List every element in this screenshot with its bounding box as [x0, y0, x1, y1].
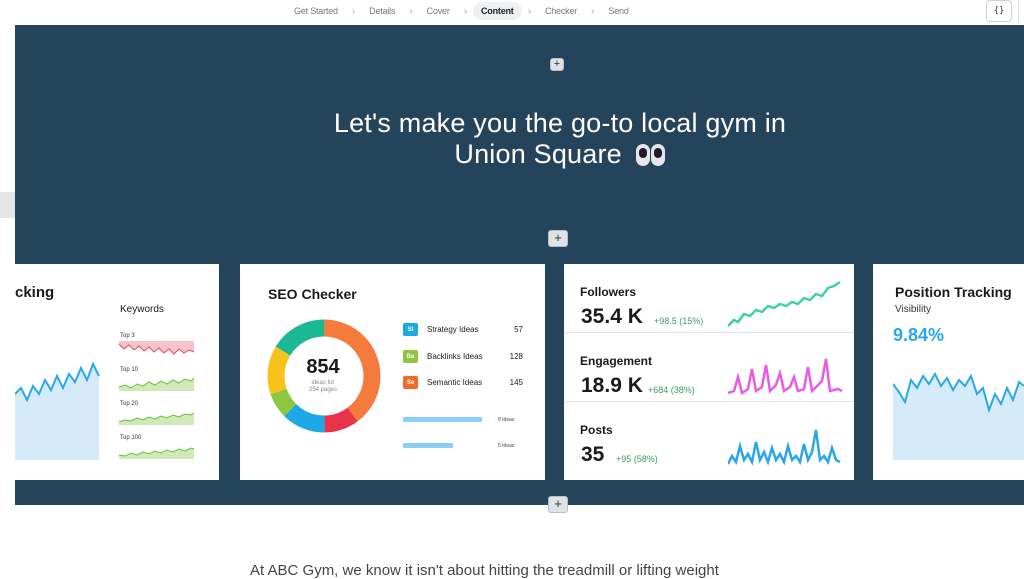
add-block-button-top[interactable]: +	[550, 58, 564, 71]
engagement-row: Engagement 18.9 K +684 (38%)	[564, 333, 854, 402]
top100-sparkline	[119, 447, 195, 459]
posts-title: Posts	[580, 423, 613, 437]
chevron-right-icon: ›	[463, 5, 467, 17]
mini-label-top3: Top 3	[120, 333, 135, 339]
top3-sparkline	[119, 341, 195, 355]
social-stats-card: Followers 35.4 K +98.5 (15%) Engagement …	[564, 264, 854, 480]
step-cover[interactable]: Cover	[419, 2, 458, 20]
legend-semantic: Se Semantic Ideas 145	[403, 376, 523, 389]
hero-location: Union Square	[454, 139, 622, 169]
add-block-button-middle[interactable]: +	[548, 230, 568, 247]
chevron-right-icon: ›	[409, 5, 413, 17]
followers-title: Followers	[580, 285, 637, 299]
tracking-line-chart	[15, 361, 100, 460]
hero-line-1: Let's make you the go-to local gym in	[333, 108, 787, 138]
strategy-badge: St	[403, 323, 418, 336]
seo-total-ideas: 854	[306, 356, 340, 378]
eyes-icon	[635, 143, 666, 168]
mini-label-top20: Top 20	[120, 401, 139, 407]
strategy-value: 57	[514, 325, 523, 334]
strategy-label: Strategy Ideas	[427, 325, 479, 334]
followers-sparkline	[728, 280, 841, 327]
engagement-delta: +684 (38%)	[648, 385, 695, 395]
top10-sparkline	[119, 377, 195, 391]
ideas-bar-2	[403, 443, 453, 448]
posts-sparkline	[728, 429, 841, 466]
semantic-label: Semantic Ideas	[427, 378, 483, 387]
ideas-bar-2-label: 5 Ideas	[498, 443, 515, 449]
visibility-line-chart	[893, 371, 1024, 460]
followers-row: Followers 35.4 K +98.5 (15%)	[564, 264, 854, 333]
engagement-title: Engagement	[580, 354, 653, 368]
tracking-card: cking Keywords Top 3 Top 10 Top 20 Top 1…	[15, 264, 219, 480]
posts-delta: +95 (58%)	[616, 454, 658, 464]
followers-value: 35.4 K	[581, 305, 643, 328]
hero-headline: Let's make you the go-to local gym in Un…	[240, 108, 880, 170]
seo-checker-card: SEO Checker 854 ideas for 254 pages St S…	[240, 264, 545, 480]
legend-strategy: St Strategy Ideas 57	[403, 323, 523, 336]
backlinks-value: 128	[509, 352, 523, 361]
ideas-bar-1-label: 8 Ideas	[498, 417, 515, 423]
top20-sparkline	[119, 412, 195, 425]
mini-label-top100: Top 100	[120, 435, 142, 441]
legend-backlinks: Ba Backlinks Ideas 128	[403, 350, 523, 363]
step-send[interactable]: Send	[600, 2, 636, 20]
engagement-value: 18.9 K	[581, 374, 643, 397]
logo-placeholder: · · · · ·	[185, 44, 278, 60]
ideas-bar-1	[403, 417, 482, 422]
add-block-button-bottom[interactable]: +	[548, 496, 568, 513]
visibility-value: 9.84%	[893, 325, 945, 345]
hero-line-2: Union Square	[240, 139, 880, 170]
semantic-value: 145	[509, 378, 523, 387]
keywords-label: Keywords	[120, 304, 164, 315]
step-breadcrumb: Get Started › Details › Cover › Content …	[286, 0, 637, 22]
chevron-right-icon: ›	[527, 5, 531, 17]
left-panel-handle[interactable]	[0, 192, 15, 218]
step-checker[interactable]: Checker	[537, 2, 585, 20]
visibility-label: Visibility	[895, 304, 931, 315]
tracking-card-title: cking	[15, 284, 55, 301]
step-content[interactable]: Content	[473, 2, 522, 20]
seo-checker-title: SEO Checker	[268, 286, 357, 302]
followers-delta: +98.5 (15%)	[654, 316, 704, 326]
position-tracking-card: Position Tracking Visibility 9.84%	[873, 264, 1024, 480]
intro-paragraph: At ABC Gym, we know it isn't about hitti…	[250, 562, 719, 579]
left-panel-edge	[0, 25, 15, 569]
engagement-sparkline	[728, 358, 843, 396]
seo-total-caption: ideas for 254 pages	[308, 380, 338, 393]
semantic-badge: Se	[403, 376, 418, 389]
posts-row: Posts 35 +95 (58%)	[564, 402, 854, 471]
chevron-right-icon: ›	[351, 5, 356, 17]
toolbar-edge	[1018, 0, 1024, 22]
backlinks-badge: Ba	[403, 350, 418, 363]
backlinks-label: Backlinks Ideas	[427, 352, 483, 361]
mini-label-top10: Top 10	[120, 367, 139, 373]
position-tracking-title: Position Tracking	[895, 284, 1012, 300]
chevron-right-icon: ›	[591, 5, 595, 17]
code-view-button[interactable]: {}	[986, 0, 1012, 22]
top-nav: Get Started › Details › Cover › Content …	[0, 0, 1024, 24]
posts-value: 35	[581, 443, 605, 466]
step-details[interactable]: Details	[361, 2, 403, 20]
step-get-started[interactable]: Get Started	[286, 2, 346, 20]
